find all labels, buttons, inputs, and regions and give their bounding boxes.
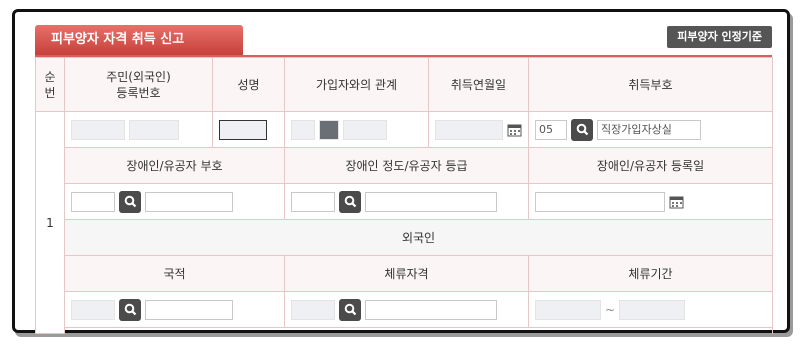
stay-period-label: 체류기간 (528, 255, 773, 292)
nationality-search-button[interactable] (119, 298, 141, 321)
table-bottom-spacer (36, 327, 773, 334)
stay-status-code-input[interactable] (291, 299, 335, 320)
resident-id-front-input[interactable] (71, 119, 125, 140)
disability-header-row: 장애인/유공자 부호 장애인 정도/유공자 등급 장애인/유공자 등록일 (35, 147, 773, 184)
calendar-icon[interactable] (507, 123, 522, 137)
relation-cell (284, 111, 429, 148)
search-icon (576, 123, 588, 136)
tab-bar: 피부양자 자격 취득 신고 (35, 25, 772, 57)
stay-status-name-input[interactable] (365, 299, 497, 320)
header-name: 성명 (212, 57, 285, 112)
acq-code-search-button[interactable] (571, 118, 593, 141)
disability-date-input[interactable] (535, 191, 665, 212)
stay-status-label: 체류자격 (284, 255, 529, 292)
dependent-row: 1 05 직장가입자상실 (35, 111, 773, 334)
acq-code-input[interactable]: 05 (535, 119, 567, 140)
search-icon (124, 303, 136, 316)
tab-dependent-acquisition[interactable]: 피부양자 자격 취득 신고 (35, 25, 243, 55)
acq-date-cell (428, 111, 529, 148)
name-input[interactable] (219, 119, 267, 140)
header-resident-id: 주민(외국인) 등록번호 (64, 57, 213, 112)
name-cell (212, 111, 285, 148)
header-acq-code: 취득부호 (528, 57, 773, 112)
foreigner-section-label: 외국인 (64, 219, 773, 256)
dependent-form-table: 순번 주민(외국인) 등록번호 성명 가입자와의 관계 취득연월일 취득부호 1 (35, 57, 773, 334)
resident-id-back-input[interactable] (129, 119, 179, 140)
disability-input-row (35, 183, 773, 220)
bottom-spacer-cell (64, 327, 773, 334)
stay-period-start-input[interactable] (535, 299, 601, 320)
relation-search-button[interactable] (319, 119, 339, 140)
form-panel: 피부양자 자격 취득 신고 피부양자 인정기준 순번 주민(외국인) 등록번호 … (35, 12, 773, 334)
relation-code-input[interactable] (291, 119, 315, 140)
disability-code-label: 장애인/유공자 부호 (64, 147, 285, 184)
period-separator: ~ (605, 302, 616, 317)
search-icon (344, 303, 356, 316)
nationality-code-input[interactable] (71, 299, 115, 320)
stay-period-end-input[interactable] (619, 299, 686, 320)
relation-name-input[interactable] (343, 119, 387, 140)
calendar-icon[interactable] (669, 195, 684, 209)
disability-code-search-button[interactable] (119, 190, 141, 213)
nationality-name-input[interactable] (145, 299, 233, 320)
disability-date-cell (528, 183, 773, 220)
foreigner-input-row: ~ (35, 291, 773, 328)
stay-status-search-button[interactable] (339, 298, 361, 321)
resident-id-cell (64, 111, 213, 148)
disability-grade-search-button[interactable] (339, 190, 361, 213)
stay-status-cell (284, 291, 529, 328)
header-acq-date: 취득연월일 (428, 57, 529, 112)
header-no: 순번 (35, 57, 65, 112)
stay-period-cell: ~ (528, 291, 773, 328)
header-relation: 가입자와의 관계 (284, 57, 429, 112)
disability-date-label: 장애인/유공자 등록일 (528, 147, 773, 184)
dialog-frame: 피부양자 자격 취득 신고 피부양자 인정기준 순번 주민(외국인) 등록번호 … (12, 9, 790, 334)
nationality-cell (64, 291, 285, 328)
disability-grade-label: 장애인 정도/유공자 등급 (284, 147, 529, 184)
acq-code-cell: 05 직장가입자상실 (528, 111, 773, 148)
foreigner-section-row: 외국인 (35, 219, 773, 256)
row-index: 1 (35, 111, 65, 334)
acq-date-input[interactable] (435, 119, 503, 140)
search-icon (344, 195, 356, 208)
dependent-criteria-button[interactable]: 피부양자 인정기준 (667, 26, 772, 48)
disability-grade-input[interactable] (291, 191, 335, 212)
nationality-label: 국적 (64, 255, 285, 292)
disability-code-input[interactable] (71, 191, 115, 212)
search-icon (124, 195, 136, 208)
acq-code-desc-input[interactable]: 직장가입자상실 (597, 119, 701, 140)
disability-grade-cell (284, 183, 529, 220)
foreigner-header-row: 국적 체류자격 체류기간 (35, 255, 773, 292)
disability-code-cell (64, 183, 285, 220)
disability-grade-name-input[interactable] (365, 191, 497, 212)
header-row: 순번 주민(외국인) 등록번호 성명 가입자와의 관계 취득연월일 취득부호 (35, 57, 773, 112)
disability-code-name-input[interactable] (145, 191, 233, 212)
